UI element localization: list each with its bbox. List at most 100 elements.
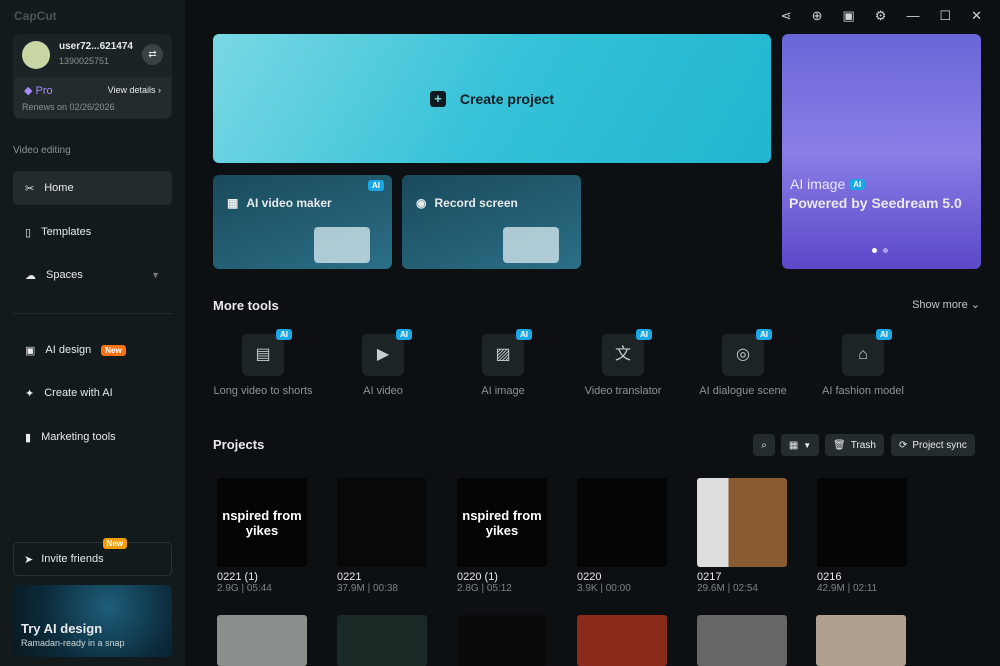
tool-label: AI video: [363, 385, 403, 397]
project-name: 0221: [337, 571, 362, 583]
sidebar-item-create-with-ai[interactable]: ✦ Create with AI: [13, 376, 172, 410]
project-name: 0221 (1): [217, 571, 258, 583]
new-badge: New: [101, 344, 126, 356]
nav-label: Templates: [41, 226, 92, 238]
minimize-icon[interactable]: —: [906, 8, 919, 24]
send-icon: ➤: [24, 553, 34, 566]
carousel-dot[interactable]: [872, 248, 877, 253]
project-thumbnail[interactable]: [816, 615, 906, 666]
projects-title: Projects: [213, 437, 265, 452]
carousel-dots[interactable]: [872, 248, 888, 253]
project-thumbnail[interactable]: [217, 615, 307, 666]
project-meta: 29.6M | 02:54: [697, 583, 758, 594]
banner-title: AI image: [790, 176, 846, 192]
sync-label: Project sync: [912, 439, 967, 451]
dialogue-icon: ◎ AI: [722, 329, 772, 376]
search-icon: ⌕: [761, 439, 767, 451]
sync-icon: ⟳: [899, 439, 908, 451]
ai-badge: AI: [636, 329, 652, 340]
project-card[interactable]: nspired from yikes 0220 (1) 2.8G | 05:12: [457, 478, 547, 594]
invite-friends-button[interactable]: ➤ Invite friends New: [13, 538, 172, 576]
create-project-button[interactable]: + Create project: [213, 34, 771, 163]
tool-item[interactable]: ▶ AI AI video: [328, 329, 438, 398]
project-thumbnail[interactable]: [577, 615, 667, 666]
tool-item[interactable]: 文 AI Video translator: [568, 329, 678, 398]
pro-label: ◆ Pro: [24, 85, 53, 97]
project-thumbnail[interactable]: [697, 478, 787, 567]
nav-label: Create with AI: [44, 387, 113, 399]
tool-item[interactable]: ◎ AI AI dialogue scene: [688, 329, 798, 398]
maximize-icon[interactable]: ☐: [939, 8, 951, 24]
sidebar-item-ai-design[interactable]: ▣ AI design New: [13, 333, 172, 367]
project-thumbnail[interactable]: nspired from yikes: [217, 478, 307, 567]
trash-button[interactable]: 🗑 Trash: [825, 434, 884, 456]
invite-label: Invite friends: [41, 553, 104, 565]
thumbnail-text: nspired from yikes: [222, 507, 302, 538]
ai-badge: AI: [849, 178, 866, 190]
sidebar-item-templates[interactable]: ▯ Templates: [13, 215, 172, 249]
project-meta: 42.9M | 02:11: [817, 583, 878, 594]
trash-icon: 🗑: [833, 439, 846, 451]
record-icon: ◉: [416, 196, 427, 210]
renew-date: Renews on 02/26/2026: [22, 102, 115, 112]
project-thumbnail[interactable]: [457, 615, 547, 666]
tool-label: AI image: [481, 385, 525, 397]
project-thumbnail[interactable]: [337, 615, 427, 666]
carousel-dot[interactable]: [883, 248, 888, 253]
ai-badge: AI: [876, 329, 892, 340]
plus-icon: +: [429, 90, 446, 107]
view-toggle-button[interactable]: ▦ ▼: [781, 434, 819, 456]
sidebar-item-spaces[interactable]: ☁ Spaces ▼: [13, 258, 172, 292]
plan-text: Pro: [35, 85, 53, 97]
project-thumbnail[interactable]: nspired from yikes: [457, 478, 547, 567]
divider: [13, 313, 172, 314]
project-card[interactable]: 0221 37.9M | 00:38: [337, 478, 427, 594]
project-card[interactable]: 0216 42.9M | 02:11: [817, 478, 907, 594]
feedback-icon[interactable]: ▣: [842, 8, 854, 24]
project-card[interactable]: 0220 3.9K | 00:00: [577, 478, 667, 594]
search-button[interactable]: ⌕: [753, 434, 775, 456]
card-label: AI video maker: [246, 196, 332, 210]
nav-label: AI design: [45, 344, 92, 356]
ai-badge: AI: [516, 329, 532, 340]
sidebar-item-marketing-tools[interactable]: ▮ Marketing tools: [13, 420, 172, 454]
project-thumbnail[interactable]: [577, 478, 667, 567]
tool-label: AI dialogue scene: [699, 385, 787, 397]
close-icon[interactable]: ✕: [971, 8, 982, 24]
show-more-link[interactable]: Show more ⌄: [912, 298, 980, 311]
marketing-icon: ▮: [25, 431, 32, 444]
sidebar-item-home[interactable]: ✂ Home: [13, 171, 172, 205]
avatar[interactable]: [22, 41, 50, 69]
project-card[interactable]: nspired from yikes 0221 (1) 2.9G | 05:44: [217, 478, 307, 594]
ai-badge: AI: [396, 329, 412, 340]
project-card[interactable]: 0217 29.6M | 02:54: [697, 478, 787, 594]
settings-icon[interactable]: ⚙: [875, 8, 887, 24]
upload-icon[interactable]: ⊕: [812, 8, 823, 24]
nav-label: Marketing tools: [41, 431, 116, 443]
switch-account-icon[interactable]: ⇄: [142, 44, 163, 65]
project-name: 0220: [577, 571, 602, 583]
project-sync-button[interactable]: ⟳ Project sync: [891, 434, 975, 456]
nav-label: Home: [44, 182, 74, 194]
project-meta: 37.9M | 00:38: [337, 583, 398, 594]
share-icon[interactable]: ⋖: [781, 8, 792, 24]
tool-item[interactable]: ▨ AI AI image: [448, 329, 558, 398]
scissors-icon: ✂: [25, 182, 35, 195]
tool-item[interactable]: ⌂ AI AI fashion model: [808, 329, 918, 398]
tool-item[interactable]: ▤ AI Long video to shorts: [208, 329, 318, 398]
project-thumbnail[interactable]: [697, 615, 787, 666]
project-thumbnail[interactable]: [817, 478, 907, 567]
view-details-link[interactable]: View details ›: [108, 85, 161, 95]
card-label: Record screen: [434, 196, 518, 210]
chevron-down-icon[interactable]: ▼: [151, 270, 160, 280]
project-thumbnail[interactable]: [337, 478, 427, 567]
thumbnail-text: nspired from yikes: [462, 507, 542, 538]
ai-design-icon: ▣: [25, 344, 36, 357]
ai-video-maker-card[interactable]: AI ▦ AI video maker: [213, 175, 392, 269]
project-meta: 3.9K | 00:00: [577, 583, 631, 594]
try-ai-design-promo[interactable]: Try AI design Ramadan-ready in a snap: [13, 585, 172, 657]
record-screen-card[interactable]: ◉ Record screen: [402, 175, 581, 269]
section-label: Video editing: [13, 145, 71, 156]
ai-image-banner[interactable]: AI image AI Powered by Seedream 5.0: [782, 34, 981, 269]
ai-badge: AI: [756, 329, 772, 340]
